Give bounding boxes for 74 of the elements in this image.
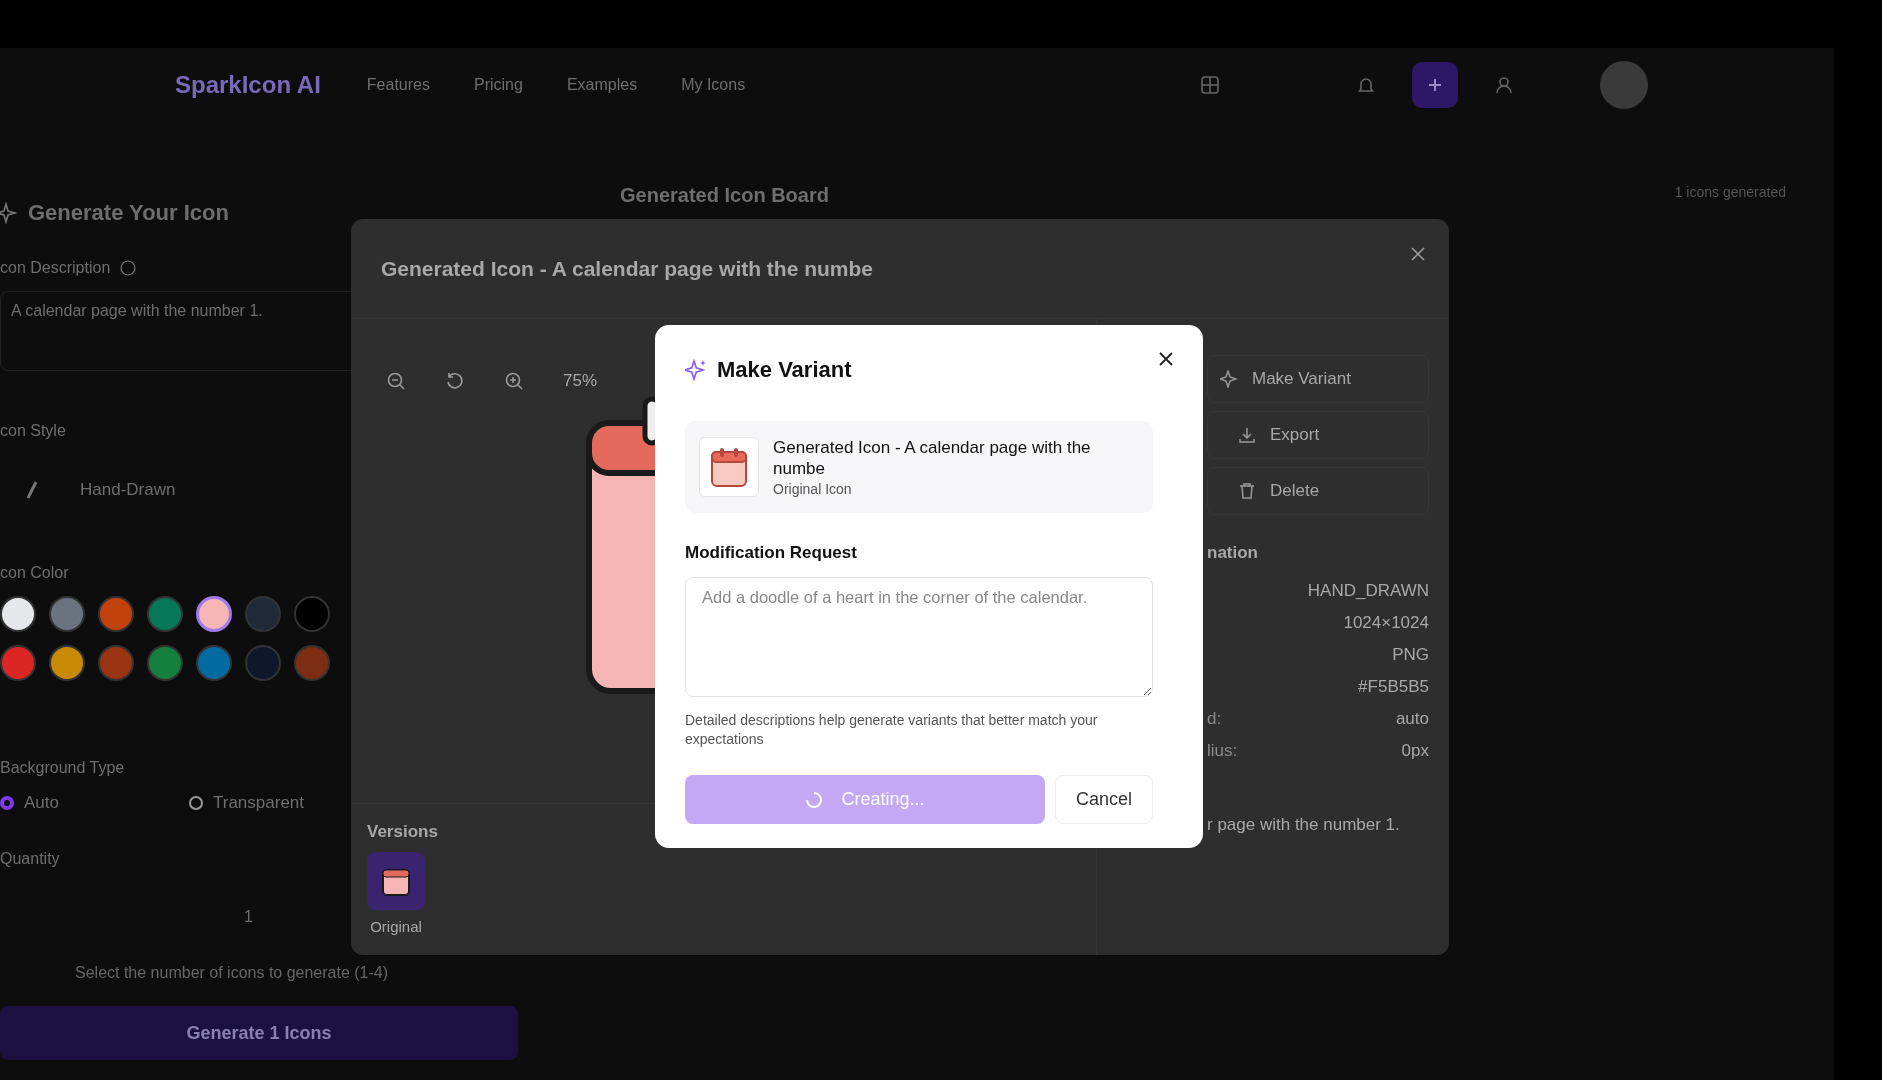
color-swatch[interactable] bbox=[196, 596, 232, 632]
color-swatch[interactable] bbox=[196, 645, 232, 681]
modification-field[interactable]: Add a doodle of a heart in the corner of the calendar. bbox=[685, 577, 1153, 697]
radio-option[interactable]: Auto bbox=[0, 793, 59, 813]
nav-link[interactable]: Examples bbox=[566, 76, 638, 94]
detail-value: 1024×1024 bbox=[1343, 613, 1429, 633]
field-label: Quantity bbox=[0, 850, 60, 868]
color-swatch[interactable] bbox=[0, 596, 36, 632]
color-swatch[interactable] bbox=[294, 645, 330, 681]
zoom-in-icon[interactable] bbox=[504, 371, 524, 391]
detail-label: lius: bbox=[1207, 741, 1238, 761]
color-swatch[interactable] bbox=[98, 596, 134, 632]
zoom-level: 75% bbox=[563, 371, 598, 391]
cancel-button[interactable]: Cancel bbox=[1055, 775, 1153, 824]
detail-value: #F5B5B5 bbox=[1358, 677, 1429, 697]
prompt-text: r page with the number 1. bbox=[1207, 815, 1401, 835]
grid-icon[interactable] bbox=[1200, 75, 1220, 95]
nav-link[interactable]: Pricing bbox=[473, 76, 523, 94]
color-swatch[interactable] bbox=[147, 596, 183, 632]
detail-value: 0px bbox=[1401, 741, 1429, 761]
sparkle-icon bbox=[685, 359, 707, 381]
sparkle-icon bbox=[0, 202, 18, 224]
quantity-value: 1 bbox=[244, 908, 253, 926]
spinner-icon bbox=[805, 790, 824, 809]
color-swatch[interactable] bbox=[98, 645, 134, 681]
action-button[interactable]: Export bbox=[1207, 411, 1429, 459]
action-button[interactable]: Make Variant bbox=[1207, 355, 1429, 403]
icon-count: 1 icons generated bbox=[1674, 184, 1786, 200]
field-label: con Description bbox=[0, 259, 111, 277]
hint-text: Select the number of icons to generate (1-4) bbox=[75, 964, 389, 982]
radio-option[interactable]: Transparent bbox=[189, 793, 304, 813]
plus-icon bbox=[1427, 77, 1443, 93]
reset-icon[interactable] bbox=[445, 371, 465, 391]
color-swatch[interactable] bbox=[294, 596, 330, 632]
section-title: Versions bbox=[367, 822, 438, 842]
color-swatch[interactable] bbox=[245, 596, 281, 632]
action-button[interactable]: Delete bbox=[1207, 467, 1429, 515]
detail-label: d: bbox=[1207, 709, 1222, 729]
color-swatch[interactable] bbox=[0, 645, 36, 681]
detail-value: auto bbox=[1395, 709, 1429, 729]
dialog-title: Generated Icon - A calendar page with the numbe bbox=[381, 256, 874, 281]
nav-link[interactable]: Features bbox=[366, 76, 430, 94]
close-icon[interactable] bbox=[1159, 352, 1173, 366]
bell-icon[interactable] bbox=[1356, 75, 1376, 95]
dialog-title: Make Variant bbox=[717, 357, 852, 383]
panel-title: Generate Your Icon bbox=[28, 200, 229, 226]
sparkle-icon bbox=[1220, 370, 1238, 388]
generate-button[interactable]: Generate 1 Icons bbox=[0, 1006, 518, 1060]
create-button[interactable] bbox=[1412, 62, 1458, 108]
logo-text[interactable]: SparkIcon AI bbox=[175, 71, 321, 99]
color-swatch[interactable] bbox=[147, 645, 183, 681]
field-label: con Style bbox=[0, 422, 66, 440]
field-label: Background Type bbox=[0, 759, 125, 777]
nav-link[interactable]: My Icons bbox=[681, 76, 746, 94]
field-label: con Color bbox=[0, 564, 69, 582]
field-label: Modification Request bbox=[685, 543, 858, 563]
detail-value: HAND_DRAWN bbox=[1307, 581, 1429, 601]
help-icon[interactable] bbox=[120, 260, 137, 276]
download-icon bbox=[1238, 426, 1256, 444]
trash-icon bbox=[1238, 482, 1256, 500]
calendar-icon bbox=[709, 446, 749, 488]
create-button[interactable]: Creating... bbox=[685, 775, 1045, 824]
board-title: Generated Icon Board bbox=[620, 184, 829, 207]
style-option[interactable]: Hand-Drawn bbox=[0, 480, 176, 500]
color-swatch[interactable] bbox=[245, 645, 281, 681]
section-title: nation bbox=[1207, 543, 1259, 563]
source-subtitle: Original Icon bbox=[773, 481, 853, 497]
zoom-out-icon[interactable] bbox=[386, 371, 406, 391]
hint-text: Detailed descriptions help generate variants that better match your expectations bbox=[685, 711, 1099, 749]
detail-value: PNG bbox=[1392, 645, 1429, 665]
color-swatch[interactable] bbox=[49, 596, 85, 632]
color-swatch[interactable] bbox=[49, 645, 85, 681]
user-icon[interactable] bbox=[1494, 75, 1514, 95]
source-title: Generated Icon - A calendar page with the numbe bbox=[773, 437, 1092, 479]
